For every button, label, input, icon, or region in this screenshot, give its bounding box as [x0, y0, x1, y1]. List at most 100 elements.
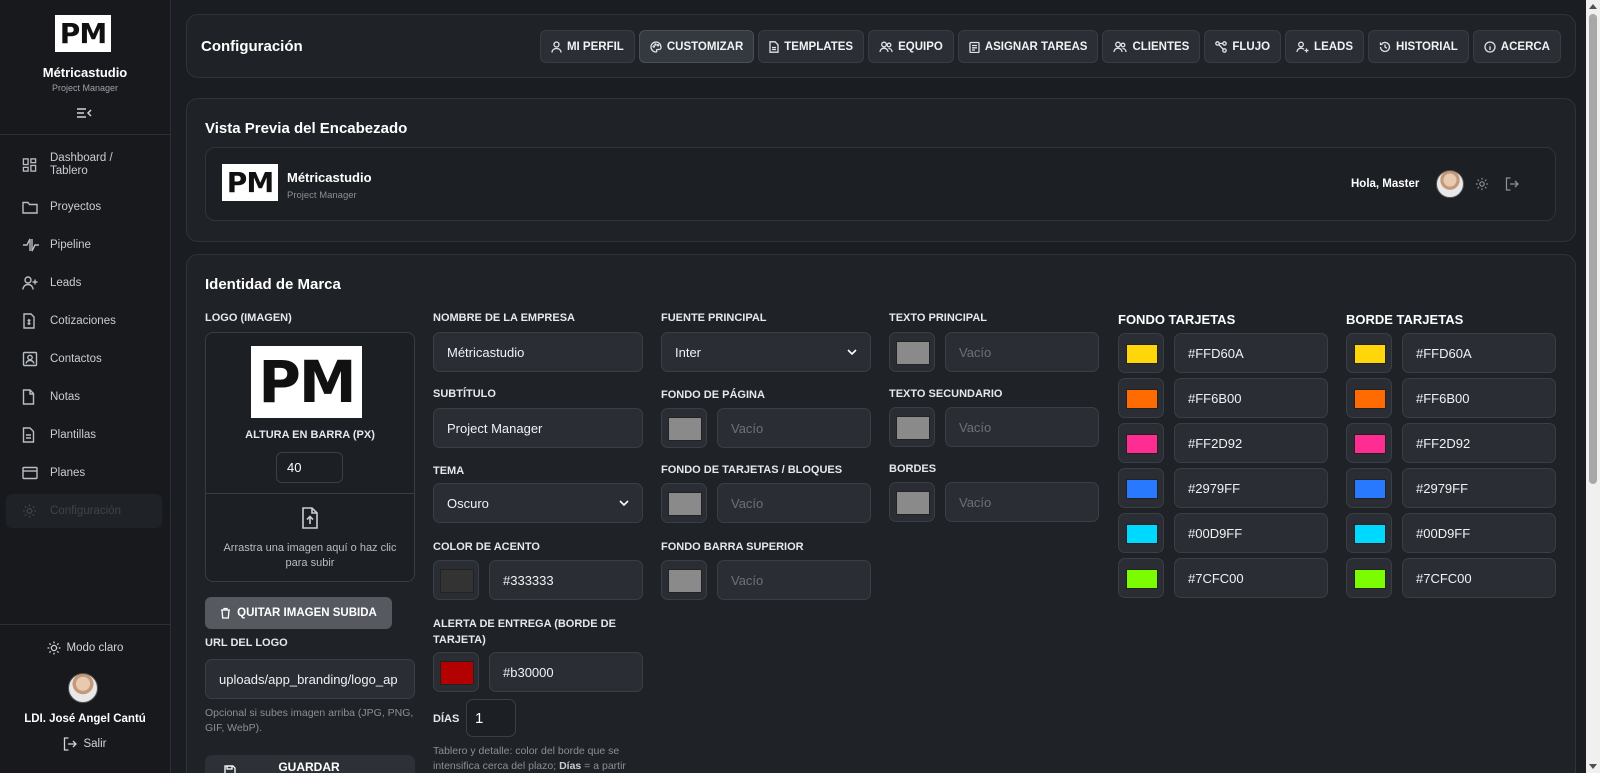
tab-flujo[interactable]: FLUJO	[1204, 30, 1282, 63]
sidebar-item-label: Leads	[50, 276, 82, 289]
logo-height-input[interactable]: 40	[276, 452, 343, 483]
color-swatch	[1126, 434, 1158, 454]
sidebar-item-contactos[interactable]: Contactos	[6, 342, 162, 376]
subtitle-label: SUBTÍTULO	[433, 388, 496, 400]
sidebar-item-cotizaciones[interactable]: Cotizaciones	[6, 304, 162, 338]
collapse-sidebar-icon[interactable]	[76, 106, 92, 120]
light-mode-toggle[interactable]: Modo claro	[0, 641, 170, 655]
card-border-palette-swatch[interactable]	[1346, 513, 1392, 553]
card-border-palette-input[interactable]: #FF6B00	[1402, 378, 1556, 418]
days-hint: Tablero y detalle: color del borde que s…	[433, 744, 648, 773]
sidebar-item-notas[interactable]: Notas	[6, 380, 162, 414]
card-bg-palette-swatch[interactable]	[1118, 468, 1164, 508]
clients-icon	[1113, 41, 1128, 53]
topbar-bg-color-input[interactable]: Vacío	[717, 560, 871, 600]
page-bg-color-picker[interactable]	[661, 408, 707, 448]
header-preview: PM Métricastudio Project Manager Hola, M…	[205, 147, 1556, 221]
scrollbar-thumb[interactable]	[1589, 14, 1597, 484]
card-bg-palette-input[interactable]: #2979FF	[1174, 468, 1328, 508]
card-bg-palette-input[interactable]: #7CFC00	[1174, 558, 1328, 598]
save-button[interactable]: GUARDAR	[205, 755, 415, 773]
sidebar-item-plantillas[interactable]: Plantillas	[6, 418, 162, 452]
card-bg-palette-swatch[interactable]	[1118, 378, 1164, 418]
card-border-palette-swatch[interactable]	[1346, 423, 1392, 463]
alert-color-picker[interactable]	[433, 652, 479, 692]
sidebar-item-configuracion[interactable]: Configuración	[6, 494, 162, 528]
card-bg-palette-input[interactable]: #00D9FF	[1174, 513, 1328, 553]
sidebar-item-leads[interactable]: Leads	[6, 266, 162, 300]
logo-url-input[interactable]: uploads/app_branding/logo_ap	[205, 659, 415, 699]
page-scrollbar[interactable]	[1586, 0, 1600, 773]
theme-select[interactable]: Oscuro	[433, 483, 643, 523]
card-border-palette-input[interactable]: #FF2D92	[1402, 423, 1556, 463]
avatar[interactable]	[68, 673, 98, 703]
remove-uploaded-image-button[interactable]: QUITAR IMAGEN SUBIDA	[205, 597, 392, 629]
sidebar-brand: PM Métricastudio Project Manager	[0, 0, 170, 135]
card-bg-palette-swatch[interactable]	[1118, 423, 1164, 463]
card-bg-palette-input[interactable]: #FFD60A	[1174, 333, 1328, 373]
tab-templates[interactable]: TEMPLATES	[758, 30, 865, 63]
company-name-input[interactable]: Métricastudio	[433, 332, 643, 372]
card-bg-palette-input[interactable]: #FF2D92	[1174, 423, 1328, 463]
secondary-text-color-input[interactable]: Vacío	[945, 407, 1099, 447]
brand-logo[interactable]: PM	[55, 15, 111, 52]
sidebar-item-pipeline[interactable]: Pipeline	[6, 228, 162, 262]
card-bg-palette-swatch[interactable]	[1118, 513, 1164, 553]
secondary-text-color-picker[interactable]	[889, 407, 935, 447]
sidebar-item-planes[interactable]: Planes	[6, 456, 162, 490]
borders-swatch	[896, 491, 930, 515]
tab-acerca[interactable]: ACERCA	[1472, 30, 1561, 63]
topbar-bg-color-picker[interactable]	[661, 560, 707, 600]
tab-mi-perfil[interactable]: MI PERFIL	[539, 30, 635, 63]
info-icon	[1484, 40, 1496, 53]
user-icon	[551, 40, 562, 53]
scroll-down-arrow[interactable]	[1589, 764, 1597, 769]
days-input[interactable]: 1	[466, 699, 516, 737]
tab-historial[interactable]: HISTORIAL	[1368, 30, 1469, 63]
card-border-palette-swatch[interactable]	[1346, 333, 1392, 373]
sidebar-item-proyectos[interactable]: Proyectos	[6, 190, 162, 224]
logo-dropzone[interactable]: Arrastra una imagen aquí o haz clic para…	[206, 493, 414, 581]
card-bg-palette-swatch[interactable]	[1118, 558, 1164, 598]
tab-customizar[interactable]: CUSTOMIZAR	[638, 30, 755, 63]
tab-label: HISTORIAL	[1396, 40, 1458, 53]
tab-label: CLIENTES	[1132, 40, 1190, 53]
borders-color-picker[interactable]	[889, 482, 935, 522]
card-border-palette-swatch[interactable]	[1346, 558, 1392, 598]
scroll-up-arrow[interactable]	[1589, 4, 1597, 9]
alert-color-input[interactable]: #b30000	[489, 652, 643, 692]
tab-clientes[interactable]: CLIENTES	[1102, 30, 1201, 63]
card-border-palette-swatch[interactable]	[1346, 468, 1392, 508]
tab-leads[interactable]: LEADS	[1285, 30, 1365, 63]
color-swatch	[1126, 389, 1158, 409]
tab-equipo[interactable]: EQUIPO	[868, 30, 954, 63]
delivery-alert-label: ALERTA DE ENTREGA (BORDE DE TARJETA)	[433, 618, 616, 646]
preview-logo: PM	[222, 164, 278, 201]
card-border-palette-swatch[interactable]	[1346, 378, 1392, 418]
card-bg-palette-swatch[interactable]	[1118, 333, 1164, 373]
subtitle-input[interactable]: Project Manager	[433, 408, 643, 448]
accent-color-input[interactable]: #333333	[489, 560, 643, 600]
borders-color-input[interactable]: Vacío	[945, 482, 1099, 522]
card-bg-palette-input[interactable]: #FF6B00	[1174, 378, 1328, 418]
page-bg-color-input[interactable]: Vacío	[717, 408, 871, 448]
cards-bg-color-input[interactable]: Vacío	[717, 483, 871, 523]
accent-color-picker[interactable]	[433, 560, 479, 600]
cards-bg-color-picker[interactable]	[661, 483, 707, 523]
sidebar-item-dashboard[interactable]: Dashboard / Tablero	[6, 148, 162, 182]
main-text-color-picker[interactable]	[889, 332, 935, 372]
card-border-palette-input[interactable]: #FFD60A	[1402, 333, 1556, 373]
brand-identity-card: Identidad de Marca LOGO (IMAGEN) PM ALTU…	[186, 254, 1576, 773]
card-border-palette-input[interactable]: #2979FF	[1402, 468, 1556, 508]
main-font-select[interactable]: Inter	[661, 332, 871, 372]
logout-label: Salir	[83, 738, 107, 750]
card-border-palette-label: BORDE TARJETAS	[1346, 312, 1464, 327]
card-border-palette-input[interactable]: #00D9FF	[1402, 513, 1556, 553]
card-border-palette-input[interactable]: #7CFC00	[1402, 558, 1556, 598]
main-text-color-input[interactable]: Vacío	[945, 332, 1099, 372]
color-swatch	[1354, 479, 1386, 499]
logout-button[interactable]: Salir	[0, 737, 170, 751]
tab-asignar-tareas[interactable]: ASIGNAR TAREAS	[957, 30, 1099, 63]
secondary-text-label: TEXTO SECUNDARIO	[889, 388, 1003, 400]
color-swatch	[1126, 344, 1158, 364]
